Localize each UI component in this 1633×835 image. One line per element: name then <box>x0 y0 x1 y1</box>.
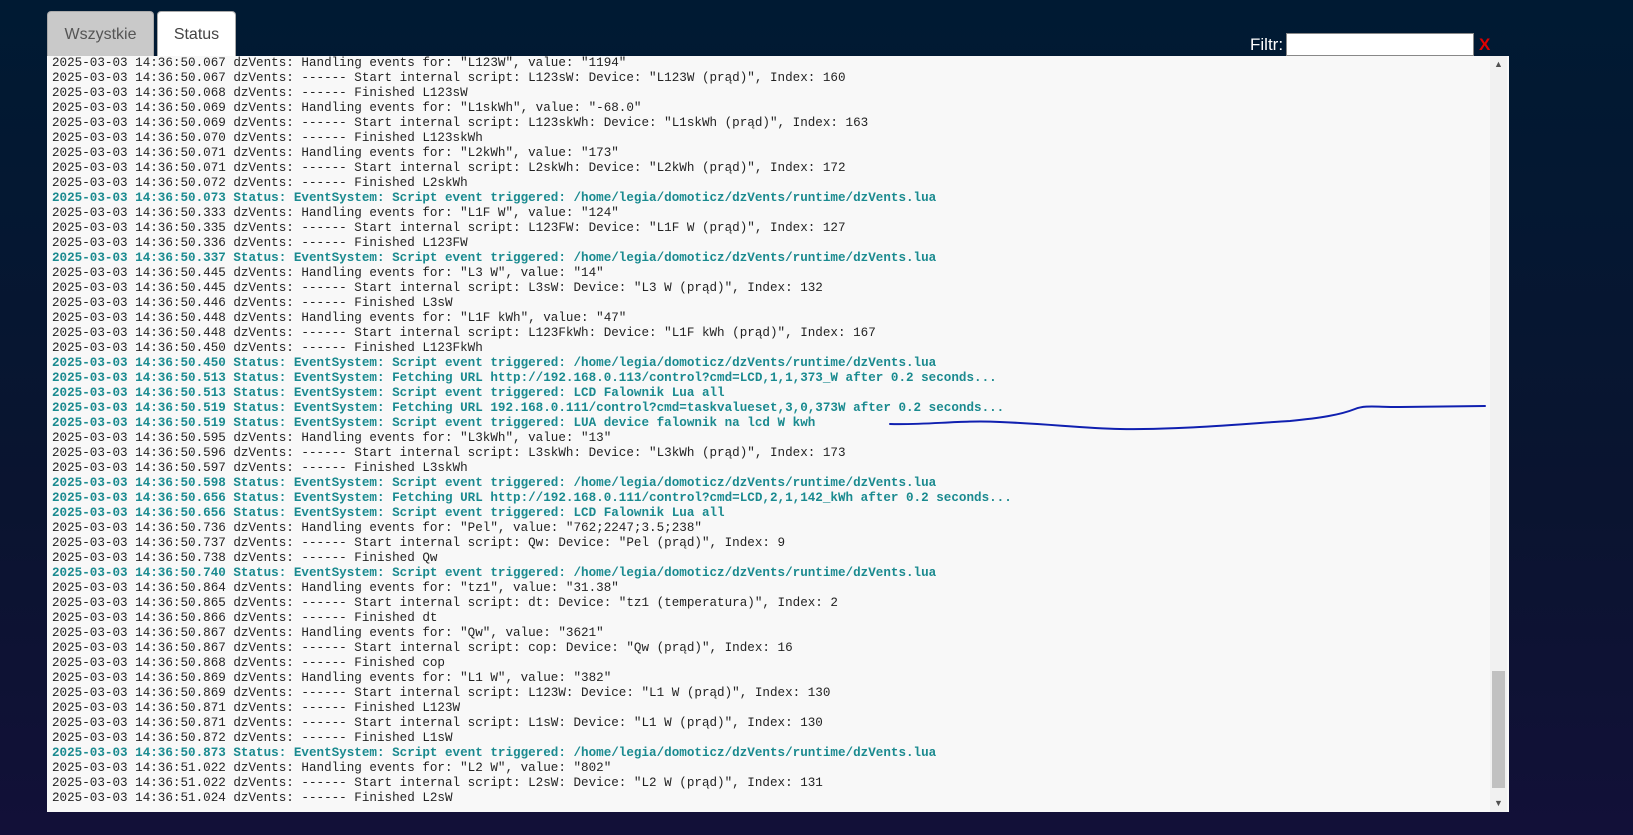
log-line: 2025-03-03 14:36:50.869 dzVents: ------ … <box>52 686 831 700</box>
log-line-status: 2025-03-03 14:36:50.598 Status: EventSys… <box>52 476 937 490</box>
filter-input[interactable] <box>1286 33 1475 56</box>
log-line: 2025-03-03 14:36:50.872 dzVents: ------ … <box>52 731 453 745</box>
log-line-status: 2025-03-03 14:36:50.519 Status: EventSys… <box>52 416 816 430</box>
log-line-status: 2025-03-03 14:36:50.337 Status: EventSys… <box>52 251 937 265</box>
log-line: 2025-03-03 14:36:50.871 dzVents: ------ … <box>52 701 461 715</box>
log-line-status: 2025-03-03 14:36:50.513 Status: EventSys… <box>52 371 997 385</box>
log-line: 2025-03-03 14:36:50.596 dzVents: ------ … <box>52 446 846 460</box>
log-line: 2025-03-03 14:36:50.867 dzVents: Handlin… <box>52 626 604 640</box>
log-line-status: 2025-03-03 14:36:50.873 Status: EventSys… <box>52 746 937 760</box>
log-line: 2025-03-03 14:36:50.595 dzVents: Handlin… <box>52 431 612 445</box>
log-line: 2025-03-03 14:36:50.866 dzVents: ------ … <box>52 611 438 625</box>
log-line-status: 2025-03-03 14:36:50.513 Status: EventSys… <box>52 386 725 400</box>
log-line: 2025-03-03 14:36:50.869 dzVents: Handlin… <box>52 671 612 685</box>
log-panel: 2025-03-03 14:36:50.067 dzVents: Handlin… <box>47 56 1509 812</box>
log-line-status: 2025-03-03 14:36:50.740 Status: EventSys… <box>52 566 937 580</box>
log-line: 2025-03-03 14:36:50.736 dzVents: Handlin… <box>52 521 702 535</box>
log-line: 2025-03-03 14:36:50.069 dzVents: Handlin… <box>52 101 642 115</box>
log-line: 2025-03-03 14:36:50.070 dzVents: ------ … <box>52 131 483 145</box>
log-line: 2025-03-03 14:36:50.446 dzVents: ------ … <box>52 296 453 310</box>
log-line: 2025-03-03 14:36:50.738 dzVents: ------ … <box>52 551 438 565</box>
log-line: 2025-03-03 14:36:50.737 dzVents: ------ … <box>52 536 786 550</box>
log-line: 2025-03-03 14:36:50.067 dzVents: ------ … <box>52 71 846 85</box>
log-tabs: Wszystkie Status <box>47 11 236 58</box>
log-line: 2025-03-03 14:36:51.022 dzVents: ------ … <box>52 776 823 790</box>
log-line: 2025-03-03 14:36:50.868 dzVents: ------ … <box>52 656 445 670</box>
scroll-down-arrow-icon[interactable]: ▼ <box>1490 795 1507 812</box>
scroll-thumb[interactable] <box>1492 671 1505 788</box>
log-line: 2025-03-03 14:36:50.445 dzVents: ------ … <box>52 281 823 295</box>
log-line: 2025-03-03 14:36:50.445 dzVents: Handlin… <box>52 266 604 280</box>
log-line: 2025-03-03 14:36:51.024 dzVents: ------ … <box>52 791 453 805</box>
log-line-status: 2025-03-03 14:36:50.073 Status: EventSys… <box>52 191 937 205</box>
log-line: 2025-03-03 14:36:50.865 dzVents: ------ … <box>52 596 838 610</box>
log-scrollbar[interactable]: ▲ ▼ <box>1490 56 1507 812</box>
log-line: 2025-03-03 14:36:50.448 dzVents: ------ … <box>52 326 876 340</box>
filter-label: Filtr: <box>1250 34 1284 54</box>
log-line-status: 2025-03-03 14:36:50.656 Status: EventSys… <box>52 506 725 520</box>
tab-all[interactable]: Wszystkie <box>47 11 154 56</box>
log-output: 2025-03-03 14:36:50.067 dzVents: Handlin… <box>52 56 1489 812</box>
tab-status[interactable]: Status <box>157 11 236 58</box>
log-line: 2025-03-03 14:36:50.864 dzVents: Handlin… <box>52 581 619 595</box>
log-line: 2025-03-03 14:36:50.067 dzVents: Handlin… <box>52 56 627 70</box>
log-line: 2025-03-03 14:36:50.069 dzVents: ------ … <box>52 116 869 130</box>
log-line-status: 2025-03-03 14:36:50.450 Status: EventSys… <box>52 356 937 370</box>
log-line-status: 2025-03-03 14:36:50.656 Status: EventSys… <box>52 491 1012 505</box>
clear-filter-icon[interactable]: X <box>1479 35 1490 55</box>
filter-bar: Filtr: X <box>1250 33 1490 56</box>
scroll-up-arrow-icon[interactable]: ▲ <box>1490 56 1507 73</box>
log-line: 2025-03-03 14:36:50.333 dzVents: Handlin… <box>52 206 619 220</box>
log-line: 2025-03-03 14:36:50.336 dzVents: ------ … <box>52 236 468 250</box>
log-line: 2025-03-03 14:36:50.068 dzVents: ------ … <box>52 86 468 100</box>
log-line: 2025-03-03 14:36:50.448 dzVents: Handlin… <box>52 311 627 325</box>
log-line: 2025-03-03 14:36:50.867 dzVents: ------ … <box>52 641 793 655</box>
log-line: 2025-03-03 14:36:50.071 dzVents: Handlin… <box>52 146 619 160</box>
log-line: 2025-03-03 14:36:50.871 dzVents: ------ … <box>52 716 823 730</box>
log-line: 2025-03-03 14:36:50.597 dzVents: ------ … <box>52 461 468 475</box>
log-line: 2025-03-03 14:36:50.450 dzVents: ------ … <box>52 341 483 355</box>
log-line: 2025-03-03 14:36:50.335 dzVents: ------ … <box>52 221 846 235</box>
log-line: 2025-03-03 14:36:50.071 dzVents: ------ … <box>52 161 846 175</box>
log-line: 2025-03-03 14:36:50.072 dzVents: ------ … <box>52 176 468 190</box>
log-line: 2025-03-03 14:36:51.022 dzVents: Handlin… <box>52 761 612 775</box>
log-line-status: 2025-03-03 14:36:50.519 Status: EventSys… <box>52 401 1005 415</box>
